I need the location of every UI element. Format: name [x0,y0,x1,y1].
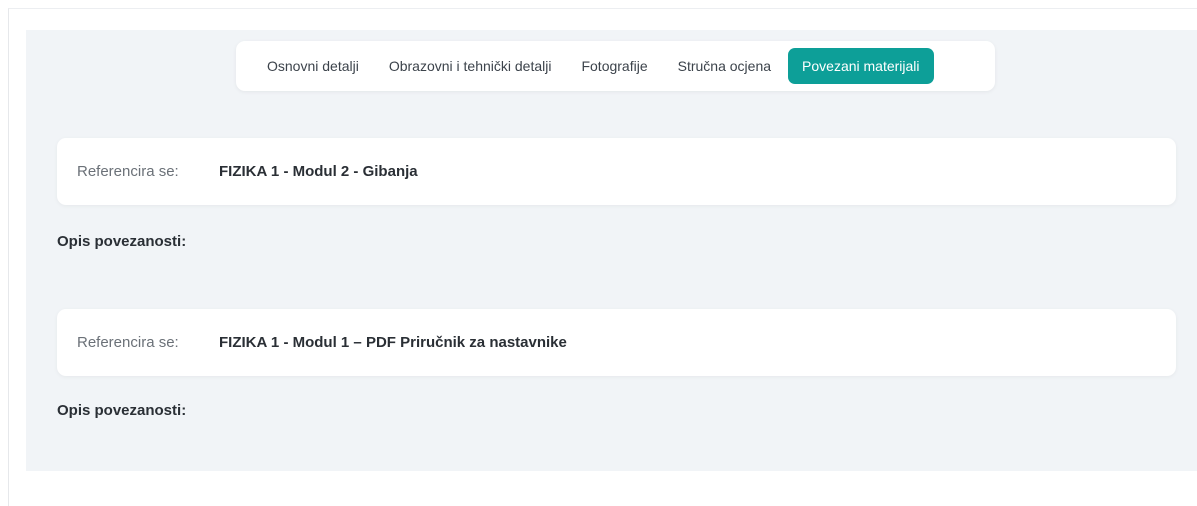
reference-card: Referencira se: FIZIKA 1 - Modul 2 - Gib… [57,138,1176,205]
reference-label: Referencira se: [77,334,179,351]
tab-basic-details[interactable]: Osnovni detalji [252,48,374,84]
reference-value[interactable]: FIZIKA 1 - Modul 1 – PDF Priručnik za na… [219,334,567,351]
detail-tabs: Osnovni detalji Obrazovni i tehnički det… [236,41,995,91]
related-materials-panel: Osnovni detalji Obrazovni i tehnički det… [26,30,1197,471]
tab-photos[interactable]: Fotografije [566,48,662,84]
tab-expert-review[interactable]: Stručna ocjena [663,48,786,84]
reference-value[interactable]: FIZIKA 1 - Modul 2 - Gibanja [219,163,418,180]
reference-card: Referencira se: FIZIKA 1 - Modul 1 – PDF… [57,309,1176,376]
tab-related-materials[interactable]: Povezani materijali [788,48,934,84]
reference-label: Referencira se: [77,163,179,180]
relation-description-label: Opis povezanosti: [57,233,187,250]
tab-educational-technical-details[interactable]: Obrazovni i tehnički detalji [374,48,567,84]
relation-description-label: Opis povezanosti: [57,402,187,419]
